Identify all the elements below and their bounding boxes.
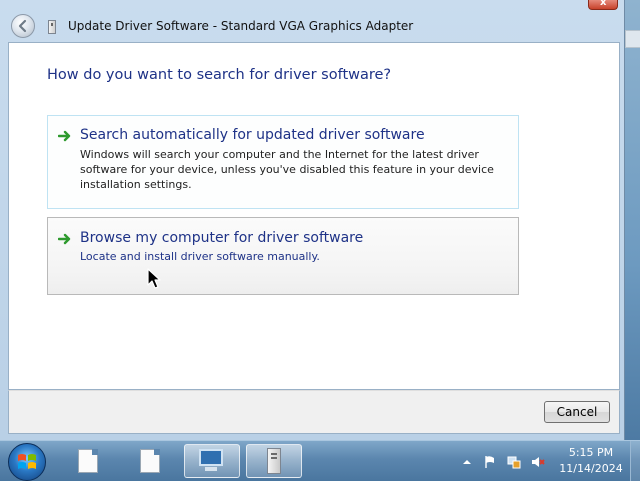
desktop-background	[624, 0, 640, 440]
browse-computer-option[interactable]: Browse my computer for driver software L…	[47, 217, 519, 295]
clock-date: 11/14/2024	[559, 462, 623, 475]
page-heading: How do you want to search for driver sof…	[47, 67, 392, 83]
dialog-content: How do you want to search for driver sof…	[8, 42, 620, 390]
show-desktop-button[interactable]	[630, 441, 640, 481]
option-description: Locate and install driver software manua…	[80, 250, 320, 263]
background-window-edge	[625, 30, 640, 48]
dialog-footer: Cancel	[8, 390, 620, 434]
taskbar-item-device-manager[interactable]	[184, 444, 240, 478]
window-title: Update Driver Software - Standard VGA Gr…	[68, 19, 414, 33]
back-arrow-icon	[18, 19, 27, 33]
document-icon	[78, 449, 98, 473]
search-automatically-option[interactable]: Search automatically for updated driver …	[47, 115, 519, 209]
option-title: Search automatically for updated driver …	[80, 127, 425, 143]
taskbar-item-document-1[interactable]	[60, 444, 116, 478]
update-driver-dialog: Update Driver Software - Standard VGA Gr…	[0, 0, 625, 440]
action-center-flag-icon[interactable]	[483, 455, 497, 469]
windows-logo-icon	[18, 454, 36, 469]
taskbar: 5:15 PM 11/14/2024	[0, 440, 640, 481]
network-icon[interactable]	[507, 455, 521, 469]
clock-time: 5:15 PM	[568, 446, 614, 459]
show-hidden-icons-icon[interactable]	[460, 455, 474, 469]
device-manager-icon	[197, 449, 227, 473]
device-icon	[48, 20, 56, 34]
close-icon: x	[600, 0, 607, 8]
document-icon	[140, 449, 160, 473]
volume-muted-icon[interactable]	[531, 455, 545, 469]
start-button[interactable]	[8, 443, 46, 481]
mouse-pointer-icon	[147, 268, 161, 289]
cancel-button[interactable]: Cancel	[544, 401, 610, 423]
green-arrow-icon	[58, 130, 71, 142]
option-title: Browse my computer for driver software	[80, 230, 364, 246]
close-button[interactable]: x	[588, 0, 618, 10]
system-clock[interactable]: 5:15 PM 11/14/2024	[556, 445, 626, 477]
back-button[interactable]	[11, 14, 35, 38]
taskbar-item-update-driver[interactable]	[246, 444, 302, 478]
taskbar-item-document-2[interactable]	[122, 444, 178, 478]
green-arrow-icon	[58, 233, 71, 245]
option-description: Windows will search your computer and th…	[80, 148, 494, 191]
title-bar: Update Driver Software - Standard VGA Gr…	[0, 0, 624, 42]
computer-tower-icon	[267, 448, 281, 474]
